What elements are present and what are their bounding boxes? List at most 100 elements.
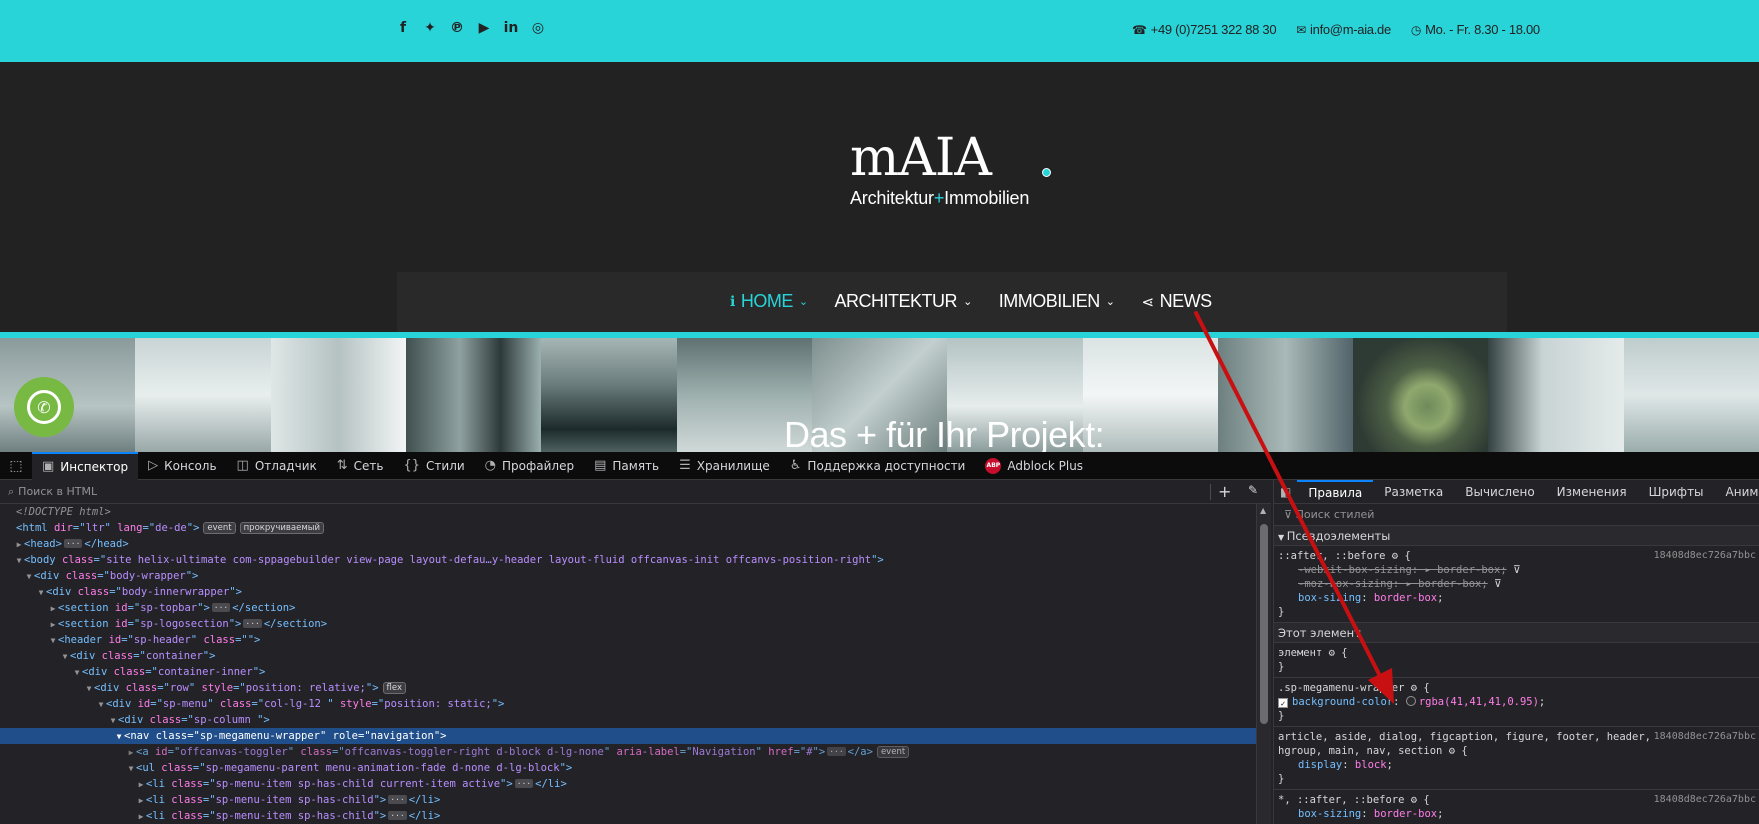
rule-selector[interactable]: *, ::after, ::before ⚙ {18408d8ec726a7bb… <box>1274 793 1759 807</box>
tab-computed[interactable]: Вычислено <box>1454 480 1545 504</box>
tab-animations[interactable]: Анимации <box>1715 480 1759 504</box>
tab-fonts[interactable]: Шрифты <box>1638 480 1715 504</box>
rule-source[interactable]: 18408d8ec726a7bbc <box>1654 549 1756 563</box>
html-search-input[interactable]: Поиск в HTML <box>18 485 97 498</box>
declaration-checkbox[interactable]: ✓ <box>1278 698 1288 708</box>
tree-node[interactable]: <!DOCTYPE html> <box>0 504 1256 520</box>
collapsed-dots[interactable]: ··· <box>388 795 407 804</box>
expand-arrow-icon[interactable]: ▶ <box>136 777 146 793</box>
rule-selector[interactable]: hgroup, main, nav, section ⚙ { <box>1274 744 1759 758</box>
scrollbar-thumb[interactable] <box>1260 524 1268 724</box>
collapse-arrow-icon[interactable]: ▼ <box>72 665 82 681</box>
tree-node[interactable]: <html dir="ltr" lang="de-de"> event прокру… <box>0 520 1256 536</box>
gear-icon[interactable]: ⚙ <box>1329 647 1335 659</box>
tree-node[interactable]: ▼ <body class="site helix-ultimate com-sp… <box>0 552 1256 568</box>
collapse-arrow-icon[interactable]: ▼ <box>48 633 58 649</box>
tab-styles[interactable]: {} Стили <box>393 452 474 480</box>
collapsed-dots[interactable]: ··· <box>827 747 846 756</box>
rule-selector[interactable]: .sp-megamenu-wrapper ⚙ { <box>1274 681 1759 695</box>
collapse-arrow-icon[interactable]: ▼ <box>24 569 34 585</box>
collapse-arrow-icon[interactable]: ▼ <box>60 649 70 665</box>
rule-source[interactable]: 18408d8ec726a7bbc <box>1654 793 1756 807</box>
tab-changes[interactable]: Изменения <box>1546 480 1638 504</box>
phone-contact[interactable]: ☎ +49 (0)7251 322 88 30 <box>1132 22 1277 37</box>
tree-node[interactable]: ▶ <li class="sp-menu-item sp-has-child cu… <box>0 776 1256 792</box>
tree-node[interactable]: ▶ <section id="sp-topbar"> ··· </section> <box>0 600 1256 616</box>
nav-item-architektur[interactable]: ARCHITEKTUR ⌄ <box>835 291 973 312</box>
tab-adblock[interactable]: ABP Adblock Plus <box>975 452 1093 480</box>
email-contact[interactable]: ✉ info@m-aia.de <box>1296 22 1391 37</box>
tree-node[interactable]: ▶ <a id="offcanvas-toggler" class="offcan… <box>0 744 1256 760</box>
event-badge[interactable]: event <box>203 522 236 534</box>
css-declaration[interactable]: -webkit-box-sizing: ▸ border-box; ⊽ <box>1274 563 1759 577</box>
tab-rules[interactable]: Правила <box>1297 479 1374 504</box>
collapse-arrow-icon[interactable]: ▼ <box>114 729 124 745</box>
scrollable-badge[interactable]: прокручиваемый <box>239 522 324 534</box>
expand-arrow-icon[interactable]: ▶ <box>126 745 136 761</box>
tree-node[interactable]: ▼ <div class="body-innerwrapper"> <box>0 584 1256 600</box>
css-declaration[interactable]: box-sizing: border-box; <box>1274 807 1759 821</box>
collapsed-dots[interactable]: ··· <box>63 539 83 548</box>
rule-selector[interactable]: элемент ⚙ { <box>1274 646 1759 660</box>
tree-node[interactable]: ▼ <ul class="sp-megamenu-parent menu-anim… <box>0 760 1256 776</box>
tab-inspector[interactable]: ▣ Инспектор <box>32 451 139 480</box>
tree-node[interactable]: ▼ <header id="sp-header" class=""> <box>0 632 1256 648</box>
tree-node[interactable]: ▶ <li class="sp-menu-item sp-has-child"> ·… <box>0 792 1256 808</box>
add-node-icon[interactable]: + <box>1218 482 1231 501</box>
eyedropper-icon[interactable]: ✎ <box>1248 483 1258 497</box>
event-badge[interactable]: event <box>876 746 910 758</box>
nav-item-immobilien[interactable]: IMMOBILIEN ⌄ <box>999 291 1115 312</box>
tree-node[interactable]: ▼ <div class="container-inner"> <box>0 664 1256 680</box>
collapse-arrow-icon[interactable]: ▼ <box>84 681 94 697</box>
whatsapp-button[interactable]: ✆ <box>14 377 74 437</box>
linkedin-icon[interactable]: in <box>503 20 519 36</box>
rule-selector[interactable]: article, aside, dialog, figcaption, figu… <box>1274 730 1759 744</box>
selected-tree-node[interactable]: ▼ <nav class="sp-megamenu-wrapper" role="… <box>0 728 1256 744</box>
css-declaration[interactable]: -moz-box-sizing: ▸ border-box; ⊽ <box>1274 577 1759 591</box>
expand-arrow-icon[interactable]: ▶ <box>48 601 58 617</box>
scroll-up-icon[interactable]: ▲ <box>1260 506 1266 515</box>
flex-badge[interactable]: flex <box>382 682 406 694</box>
pinterest-icon[interactable]: ℗ <box>449 20 465 36</box>
collapse-arrow-icon[interactable]: ▼ <box>36 585 46 601</box>
css-declaration[interactable]: box-sizing: border-box; <box>1274 591 1759 605</box>
tree-node[interactable]: ▼ <div class="row" style="position: relat… <box>0 680 1256 696</box>
tree-node[interactable]: ▼ <div class="sp-column "> <box>0 712 1256 728</box>
tree-node[interactable]: ▼ <div class="container"> <box>0 648 1256 664</box>
css-declaration[interactable]: ✓ background-color: rgba(41,41,41,0.95); <box>1274 695 1759 709</box>
collapse-arrow-icon[interactable]: ▼ <box>108 713 118 729</box>
collapse-arrow-icon[interactable]: ▼ <box>14 553 24 569</box>
site-logo[interactable]: mAIA Architektur+Immobilien <box>850 132 1051 209</box>
tab-layout[interactable]: Разметка <box>1373 480 1454 504</box>
color-swatch[interactable] <box>1405 696 1416 706</box>
tree-node[interactable]: ▶ <li class="sp-menu-item sp-has-child"> ·… <box>0 808 1256 824</box>
collapsed-dots[interactable]: ··· <box>388 811 407 820</box>
nav-item-home[interactable]: ℹ HOME ⌄ <box>730 291 808 312</box>
expand-arrow-icon[interactable]: ▶ <box>48 617 58 633</box>
twitter-icon[interactable]: ✦ <box>422 20 438 36</box>
css-declaration[interactable]: display: block; <box>1274 758 1759 772</box>
tab-memory[interactable]: ▤ Память <box>584 452 669 480</box>
pseudo-elements-section[interactable]: ▼ Псевдоэлементы <box>1274 526 1759 546</box>
markup-scrollbar[interactable]: ▲ <box>1256 504 1271 824</box>
html-search[interactable]: ⌕ Поиск в HTML + ✎ <box>0 480 1271 504</box>
layout-toggle-icon[interactable]: ◧ <box>1274 480 1297 504</box>
tab-storage[interactable]: ☰ Хранилище <box>669 452 780 480</box>
youtube-icon[interactable]: ▶ <box>476 20 492 36</box>
collapse-arrow-icon[interactable]: ▼ <box>126 761 136 777</box>
tab-accessibility[interactable]: ♿ Поддержка доступности <box>780 452 976 480</box>
collapse-arrow-icon[interactable]: ▼ <box>96 697 106 713</box>
expand-arrow-icon[interactable]: ▶ <box>14 537 24 553</box>
styles-filter[interactable]: ⊽ Поиск стилей <box>1274 504 1759 526</box>
nav-item-news[interactable]: ⋖ NEWS <box>1142 291 1213 312</box>
gear-icon[interactable]: ⚙ <box>1449 745 1455 757</box>
collapsed-dots[interactable]: ··· <box>514 779 534 788</box>
rule-selector[interactable]: ::after, ::before ⚙ {18408d8ec726a7bbc <box>1274 549 1759 563</box>
filter-icon[interactable]: ⊽ <box>1494 578 1502 590</box>
tree-node[interactable]: ▶ <section id="sp-logosection"> ··· </secti… <box>0 616 1256 632</box>
tab-network[interactable]: ⇅ Сеть <box>327 452 394 480</box>
gear-icon[interactable]: ⚙ <box>1411 794 1417 806</box>
tree-node[interactable]: ▼ <div class="body-wrapper"> <box>0 568 1256 584</box>
collapsed-dots[interactable]: ··· <box>243 619 262 628</box>
collapsed-dots[interactable]: ··· <box>211 603 231 612</box>
